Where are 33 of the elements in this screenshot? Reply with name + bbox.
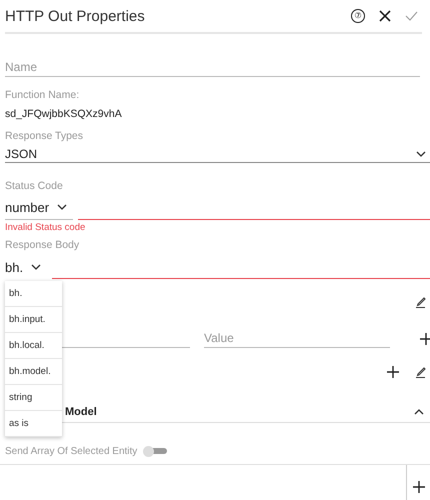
menu-item[interactable]: bh.input. <box>5 307 62 333</box>
menu-item[interactable]: as is <box>5 411 62 437</box>
pencil-icon[interactable] <box>415 366 426 378</box>
type-select[interactable]: number <box>5 195 74 220</box>
toggle-label: Send Array Of Selected Entity <box>5 446 138 456</box>
menu-item[interactable]: string <box>5 385 62 411</box>
error-message: Invalid Status code <box>5 222 86 234</box>
help-icon[interactable]: ⑦ <box>351 9 365 23</box>
field-label: Function Name: <box>5 89 80 101</box>
menu-item[interactable]: bh. <box>5 281 62 307</box>
function-name-value: sd_JFQwjbbKSQXz9vhA <box>5 108 123 120</box>
field-label: Response Types <box>5 130 84 142</box>
close-icon[interactable] <box>379 10 391 22</box>
plus-icon[interactable] <box>420 333 430 345</box>
menu-item[interactable]: bh.local. <box>5 333 62 359</box>
value-field[interactable]: Value <box>204 329 390 348</box>
chevron-down-icon[interactable] <box>416 150 426 156</box>
field-label: Status Code <box>5 180 64 192</box>
chevron-down-icon[interactable] <box>31 264 42 270</box>
plus-icon[interactable] <box>412 481 424 493</box>
type-select[interactable]: bh. <box>5 255 48 279</box>
pencil-icon[interactable] <box>415 296 426 308</box>
field-label: Response Body <box>5 239 80 251</box>
toggle-switch[interactable] <box>143 446 168 456</box>
chevron-down-icon[interactable] <box>57 204 68 210</box>
menu-item[interactable]: bh.model. <box>5 359 62 385</box>
panel-title: HTTP Out Properties <box>5 8 146 24</box>
chevron-up-icon[interactable] <box>414 409 424 415</box>
check-icon[interactable] <box>405 11 418 21</box>
response-type-select[interactable]: JSON <box>5 145 430 163</box>
dropdown-menu[interactable]: bh. bh.input. bh.local. bh.model. string as is <box>5 281 62 437</box>
name-field[interactable]: Name <box>5 58 420 77</box>
plus-icon[interactable] <box>387 366 399 378</box>
